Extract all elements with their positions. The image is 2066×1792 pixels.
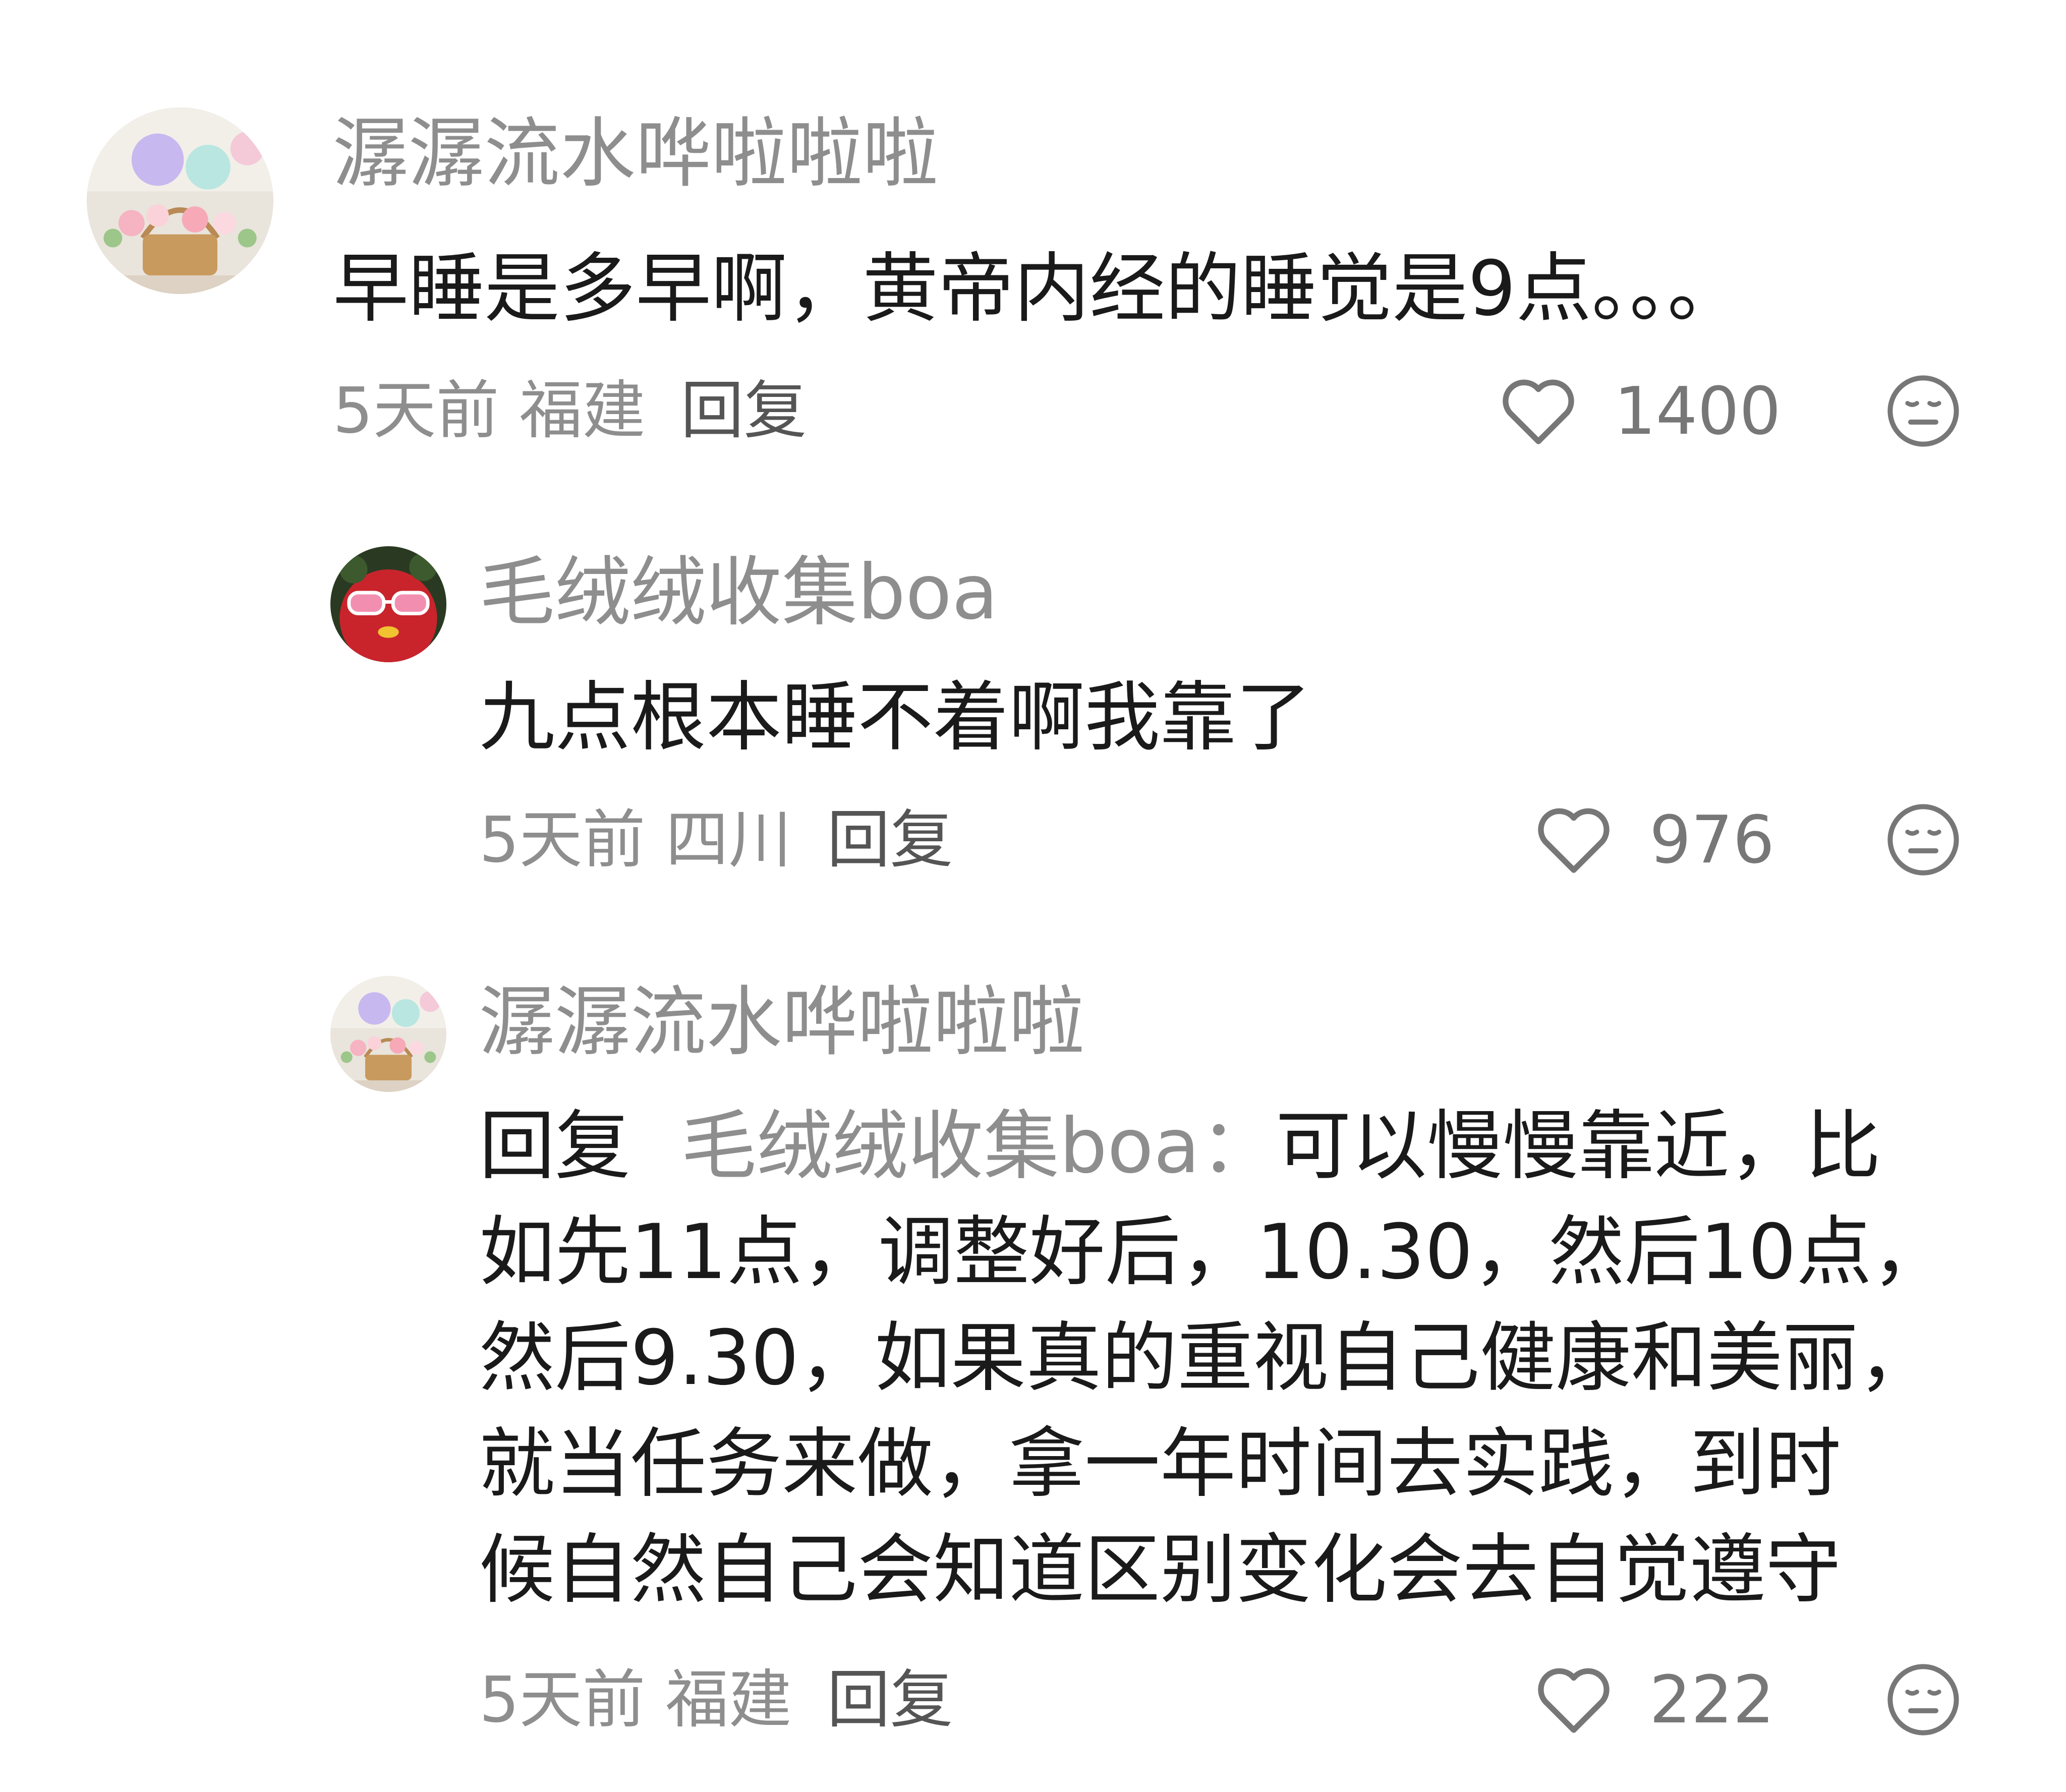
- dislike-button[interactable]: [1885, 373, 1961, 449]
- reply-button[interactable]: 回复: [827, 803, 953, 877]
- avatar[interactable]: [330, 546, 446, 662]
- expressionless-face-icon: [1887, 804, 1959, 876]
- comment-meta: 5天前 福建 回复: [479, 1668, 953, 1731]
- username[interactable]: 毛绒绒收集boa: [479, 555, 998, 630]
- avatar[interactable]: [330, 976, 446, 1092]
- username[interactable]: 潺潺流水哗啦啦啦: [333, 116, 938, 192]
- dislike-button[interactable]: [1885, 1662, 1961, 1738]
- comment-text-line: 就当任务来做，拿一年时间去实践，到时: [479, 1420, 1842, 1508]
- comment-meta: 5天前 四川 回复: [479, 808, 953, 872]
- heart-outline-icon: [1538, 808, 1610, 873]
- username[interactable]: 潺潺流水哗啦啦啦: [479, 985, 1084, 1060]
- like-button[interactable]: 1400: [1498, 371, 1781, 451]
- reply-prefix: 回复: [479, 1103, 631, 1190]
- comment-text: 九点根本睡不着啊我靠了: [479, 674, 1312, 762]
- comment-time: 5天前: [479, 803, 646, 877]
- heart-outline-icon: [1538, 1668, 1610, 1733]
- comment-text-line: 然后9.30，如果真的重视自己健康和美丽，: [479, 1314, 1934, 1402]
- comment-region: 四川: [665, 803, 792, 877]
- like-button[interactable]: 976: [1533, 799, 1774, 880]
- comment-text-line: 候自然自己会知道区别变化会去自觉遵守: [479, 1526, 1842, 1614]
- like-count: 1400: [1614, 373, 1781, 449]
- comment-text-line: 可以慢慢靠近，比: [1275, 1103, 1881, 1190]
- comment-region: 福建: [519, 374, 646, 447]
- reply-target-username[interactable]: 毛绒绒收集boa：: [681, 1103, 1276, 1190]
- comment-region: 福建: [665, 1663, 792, 1737]
- expressionless-face-icon: [1887, 375, 1959, 447]
- comment-time: 5天前: [479, 1663, 646, 1737]
- dislike-button[interactable]: [1885, 802, 1961, 878]
- reply-button[interactable]: 回复: [827, 1663, 953, 1737]
- reply-button[interactable]: 回复: [681, 374, 807, 447]
- like-count: 222: [1649, 1661, 1775, 1738]
- comment-time: 5天前: [333, 374, 499, 447]
- like-count: 976: [1649, 801, 1775, 878]
- comment-line: 回复 毛绒绒收集boa：可以慢慢靠近，比: [479, 1093, 1947, 1199]
- like-button[interactable]: 222: [1533, 1659, 1774, 1740]
- expressionless-face-icon: [1887, 1664, 1959, 1736]
- comment-text: 早睡是多早啊，黄帝内经的睡觉是9点。。。: [333, 245, 1743, 333]
- heart-outline-icon: [1503, 379, 1574, 444]
- comment-meta: 5天前 福建 回复: [333, 379, 807, 442]
- comment-text-line: 如先11点，调整好后，10.30，然后10点，: [479, 1208, 1948, 1296]
- avatar[interactable]: [87, 107, 273, 294]
- comment-text: 回复 毛绒绒收集boa：可以慢慢靠近，比 如先11点，调整好后，10.30，然后1…: [479, 1093, 1947, 1623]
